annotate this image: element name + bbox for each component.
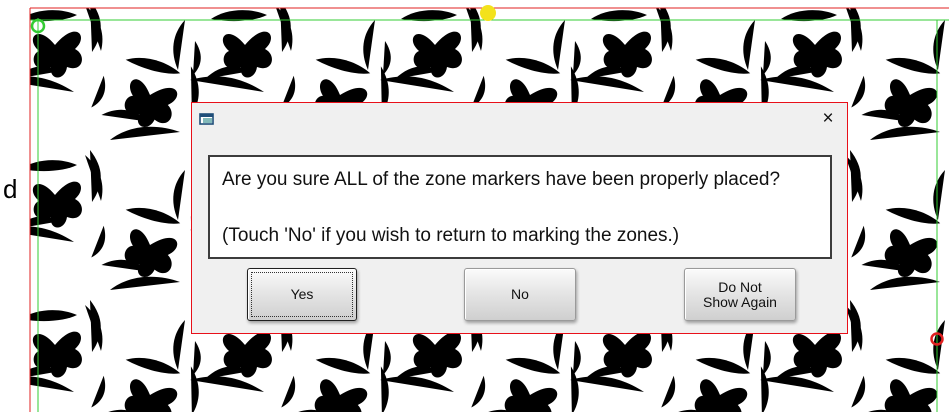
zone-confirm-dialog: × Are you sure ALL of the zone markers h… (191, 102, 848, 334)
do-not-show-again-label-line-1: Do Not (718, 278, 762, 295)
yes-button[interactable]: Yes (247, 268, 357, 321)
confirm-hint-text: (Touch 'No' if you wish to return to mar… (222, 225, 680, 246)
top-position-marker-icon[interactable] (480, 5, 496, 21)
no-button[interactable]: No (464, 268, 576, 321)
no-button-label: No (511, 286, 529, 302)
do-not-show-again-label-line-2: Show Again (703, 293, 777, 310)
close-button[interactable]: × (817, 107, 839, 131)
do-not-show-again-button[interactable]: Do Not Show Again (684, 268, 796, 321)
message-box: Are you sure ALL of the zone markers hav… (208, 155, 832, 259)
window-icon (199, 113, 214, 125)
confirm-question-text: Are you sure ALL of the zone markers hav… (222, 169, 781, 190)
yes-button-label: Yes (290, 286, 314, 302)
side-label-text: d (3, 174, 18, 204)
